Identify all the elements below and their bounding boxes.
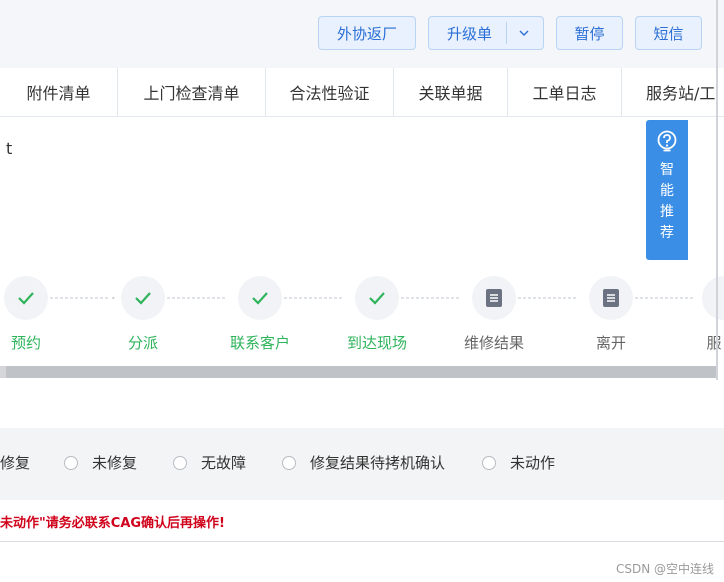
step-repair-result	[472, 276, 516, 320]
option-repaired[interactable]: 修复	[0, 452, 30, 473]
lightbulb-help-icon	[657, 130, 677, 152]
step-label-leave: 离开	[595, 334, 627, 352]
step-label-contact-customer: 联系客户	[229, 334, 291, 352]
pause-button[interactable]: 暂停	[556, 16, 623, 50]
progress-steps: 预约 分派 联系客户 到达现场 维修结果 离开 服	[0, 276, 724, 352]
smart-recommend-label: 智能推荐	[660, 162, 674, 241]
step-connector	[401, 297, 461, 299]
step-service	[702, 276, 724, 320]
upgrade-order-button[interactable]: 升级单	[428, 16, 544, 50]
check-icon	[135, 292, 151, 305]
option-label: 修复结果待拷机确认	[310, 454, 446, 472]
tab-label: 附件清单	[26, 84, 91, 103]
tab-attachments[interactable]: 附件清单	[0, 68, 118, 116]
step-connector	[635, 297, 695, 299]
option-label: 无故障	[201, 454, 247, 472]
radio-button[interactable]	[64, 455, 78, 470]
step-connector	[284, 297, 344, 299]
option-label: 未动作	[510, 454, 556, 472]
tab-service-station[interactable]: 服务站/工	[622, 68, 724, 116]
sms-button[interactable]: 短信	[635, 16, 702, 50]
step-label-repair-result: 维修结果	[463, 334, 525, 352]
horizontal-scrollbar[interactable]	[6, 366, 716, 378]
tab-onsite-checklist[interactable]: 上门检查清单	[118, 68, 266, 116]
watermark: CSDN @空中连线	[615, 562, 714, 576]
step-dispatch	[121, 276, 165, 320]
radio-button[interactable]	[173, 455, 187, 470]
repair-result-options: 修复 未修复 无故障 修复结果待拷机确认 未动作	[0, 428, 724, 500]
smart-recommend-tab[interactable]: 智能推荐	[646, 120, 688, 260]
option-not-repaired[interactable]: 未修复	[64, 452, 137, 473]
check-icon	[18, 292, 34, 305]
check-icon	[252, 292, 268, 305]
tab-legality-check[interactable]: 合法性验证	[266, 68, 394, 116]
document-icon	[486, 289, 502, 307]
tab-label: 关联单据	[418, 84, 483, 103]
option-label: 修复	[0, 454, 31, 472]
step-label-appointment: 预约	[10, 334, 42, 352]
radio-button[interactable]	[482, 455, 496, 470]
warning-message: 未动作"请务必联系CAG确认后再操作!	[0, 516, 225, 531]
step-label-service: 服	[706, 334, 722, 352]
tab-related-documents[interactable]: 关联单据	[394, 68, 508, 116]
detail-tabs: 附件清单 上门检查清单 合法性验证 关联单据 工单日志 服务站/工	[0, 68, 724, 117]
pause-label: 暂停	[574, 24, 605, 43]
radio-button[interactable]	[282, 455, 296, 470]
step-connector	[50, 297, 115, 299]
tab-label: 合法性验证	[289, 84, 370, 103]
step-connector	[167, 297, 227, 299]
option-no-action[interactable]: 未动作	[482, 452, 555, 473]
step-connector	[518, 297, 578, 299]
tab-label: 工单日志	[532, 84, 597, 103]
tab-label: 服务站/工	[646, 84, 716, 103]
sms-label: 短信	[653, 24, 684, 43]
step-appointment	[4, 276, 48, 320]
option-pending-burn-in[interactable]: 修复结果待拷机确认	[282, 452, 445, 473]
upgrade-order-label: 升级单	[447, 24, 493, 43]
step-leave	[589, 276, 633, 320]
outsource-return-button[interactable]: 外协返厂	[318, 16, 416, 50]
step-contact-customer	[238, 276, 282, 320]
check-icon	[369, 292, 385, 305]
option-label: 未修复	[92, 454, 138, 472]
tab-label: 上门检查清单	[143, 84, 240, 103]
action-toolbar: 外协返厂 升级单 暂停 短信	[0, 0, 724, 69]
option-no-fault[interactable]: 无故障	[173, 452, 246, 473]
step-arrive-onsite	[355, 276, 399, 320]
document-icon	[603, 289, 619, 307]
tab-order-log[interactable]: 工单日志	[508, 68, 622, 116]
step-label-arrive-onsite: 到达现场	[346, 334, 408, 352]
step-label-dispatch: 分派	[127, 334, 159, 352]
chevron-down-icon[interactable]	[517, 26, 531, 40]
truncated-text: t	[6, 139, 13, 158]
outsource-return-label: 外协返厂	[336, 24, 397, 43]
